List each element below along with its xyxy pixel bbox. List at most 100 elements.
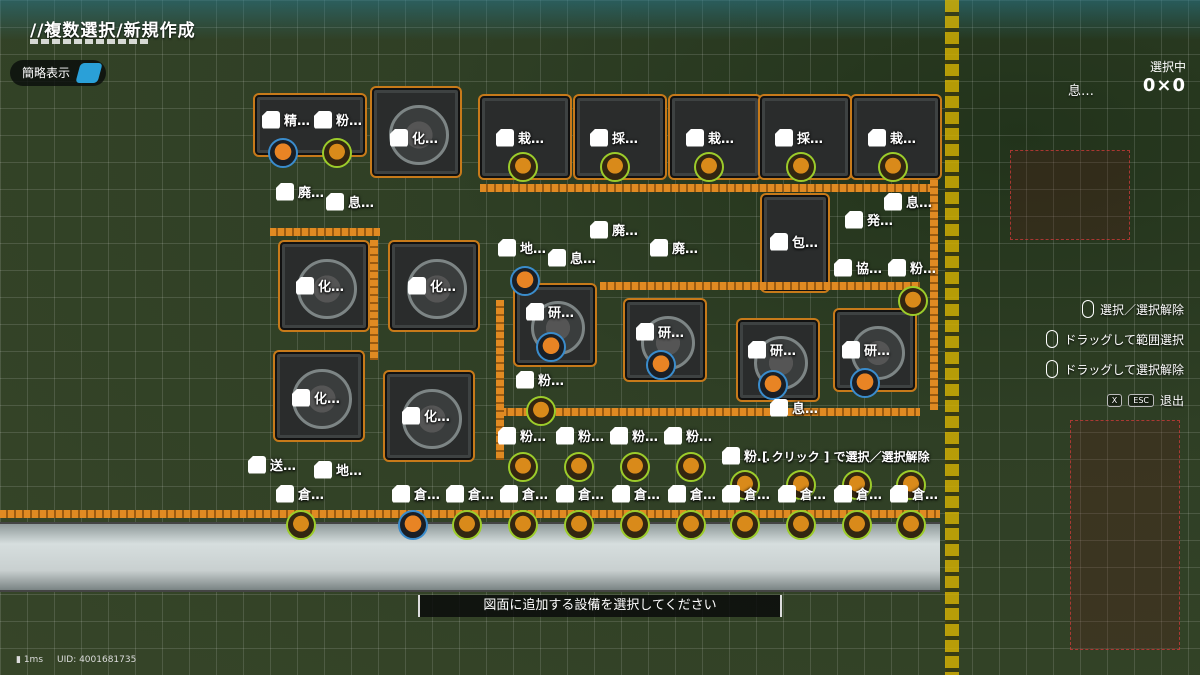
map-label[interactable]: 化…: [402, 406, 450, 425]
map-label[interactable]: 倉…: [668, 484, 716, 503]
machine-icon: [770, 398, 788, 417]
map-label[interactable]: 倉…: [778, 484, 826, 503]
map-label[interactable]: 協…: [834, 258, 882, 277]
map-label[interactable]: 廃…: [276, 182, 324, 201]
map-label[interactable]: 送…: [248, 455, 296, 474]
map-label[interactable]: 採…: [775, 128, 823, 147]
item-orb[interactable]: [730, 510, 760, 540]
item-orb[interactable]: [600, 152, 630, 182]
storage-icon: [890, 484, 908, 503]
item-orb[interactable]: [536, 332, 566, 362]
map-label[interactable]: 栽…: [686, 128, 734, 147]
machine-icon: [845, 210, 863, 229]
item-orb[interactable]: [398, 510, 428, 540]
machine-icon: [498, 426, 516, 445]
machine-icon: [770, 232, 788, 251]
map-label[interactable]: 包…: [770, 232, 818, 251]
map-label[interactable]: 粉…: [664, 426, 712, 445]
map-label[interactable]: 息…: [884, 192, 932, 211]
map-label[interactable]: 倉…: [834, 484, 882, 503]
map-label[interactable]: 倉…: [500, 484, 548, 503]
map-label[interactable]: 地…: [498, 238, 546, 257]
item-orb[interactable]: [268, 138, 298, 168]
machine-icon: [868, 128, 886, 147]
item-orb[interactable]: [842, 510, 872, 540]
map-label[interactable]: 粉…: [516, 370, 564, 389]
selection-label: 選択中: [1149, 60, 1186, 74]
item-orb[interactable]: [758, 370, 788, 400]
map-label[interactable]: 粉…: [888, 258, 936, 277]
item-orb[interactable]: [322, 138, 352, 168]
item-orb[interactable]: [896, 510, 926, 540]
item-orb[interactable]: [676, 510, 706, 540]
item-orb[interactable]: [508, 452, 538, 482]
machine-icon: [884, 192, 902, 211]
item-orb[interactable]: [286, 510, 316, 540]
machine-icon: [636, 322, 654, 341]
item-orb[interactable]: [676, 452, 706, 482]
map-label[interactable]: 粉…: [556, 426, 604, 445]
item-orb[interactable]: [452, 510, 482, 540]
brief-view-label: 簡略表示: [22, 66, 71, 80]
map-label[interactable]: 化…: [408, 276, 456, 295]
map-label[interactable]: 化…: [390, 128, 438, 147]
item-orb[interactable]: [526, 396, 556, 426]
item-orb[interactable]: [508, 510, 538, 540]
item-orb[interactable]: [564, 452, 594, 482]
control-hint: ドラッグして選択解除: [1046, 360, 1184, 378]
control-hint: 選択／選択解除: [1081, 300, 1184, 318]
item-orb[interactable]: [694, 152, 724, 182]
item-orb[interactable]: [510, 266, 540, 296]
storage-icon: [668, 484, 686, 503]
item-orb[interactable]: [898, 286, 928, 316]
machine-icon: [526, 302, 544, 321]
map-label[interactable]: 息…: [770, 398, 818, 417]
map-label[interactable]: 栽…: [496, 128, 544, 147]
map-label[interactable]: 息…: [326, 192, 374, 211]
map-label[interactable]: 倉…: [612, 484, 660, 503]
conveyor-belt: [930, 180, 938, 410]
map-label[interactable]: 倉…: [446, 484, 494, 503]
machine-icon: [408, 276, 426, 295]
item-orb[interactable]: [564, 510, 594, 540]
item-orb[interactable]: [786, 152, 816, 182]
conveyor-belt: [370, 240, 378, 360]
map-label[interactable]: 栽…: [868, 128, 916, 147]
map-label[interactable]: 研…: [842, 340, 890, 359]
map-label[interactable]: 採…: [590, 128, 638, 147]
item-orb[interactable]: [646, 350, 676, 380]
item-orb[interactable]: [620, 452, 650, 482]
map-label[interactable]: 息…: [548, 248, 596, 267]
map-label[interactable]: 倉…: [392, 484, 440, 503]
storage-icon: [276, 484, 294, 503]
map-label[interactable]: 研…: [636, 322, 684, 341]
map-label[interactable]: 倉…: [276, 484, 324, 503]
map-label[interactable]: 研…: [748, 340, 796, 359]
map-label[interactable]: 倉…: [556, 484, 604, 503]
map-label[interactable]: 粉…: [314, 110, 362, 129]
exit-control[interactable]: X ESC 退出: [1106, 392, 1184, 409]
item-orb[interactable]: [786, 510, 816, 540]
map-label[interactable]: 化…: [292, 388, 340, 407]
item-orb[interactable]: [878, 152, 908, 182]
map-label[interactable]: 研…: [526, 302, 574, 321]
map-label[interactable]: 精…: [262, 110, 310, 129]
map-label[interactable]: 倉…: [722, 484, 770, 503]
machine-icon: [496, 128, 514, 147]
map-label[interactable]: 化…: [296, 276, 344, 295]
item-orb[interactable]: [850, 368, 880, 398]
map-label[interactable]: 廃…: [650, 238, 698, 257]
map-label[interactable]: 発…: [845, 210, 893, 229]
map-label[interactable]: 粉…: [610, 426, 658, 445]
restricted-zone: [1010, 150, 1130, 240]
machine-icon: [314, 110, 332, 129]
map-label[interactable]: 倉…: [890, 484, 938, 503]
item-orb[interactable]: [508, 152, 538, 182]
map-label[interactable]: 廃…: [590, 220, 638, 239]
brief-view-button[interactable]: 簡略表示: [10, 60, 107, 86]
selection-counter: 選択中 0×0: [1143, 58, 1186, 96]
item-orb[interactable]: [620, 510, 650, 540]
map-label[interactable]: 粉…: [498, 426, 546, 445]
mouse-icon: [1081, 300, 1094, 318]
map-label[interactable]: 地…: [314, 460, 362, 479]
